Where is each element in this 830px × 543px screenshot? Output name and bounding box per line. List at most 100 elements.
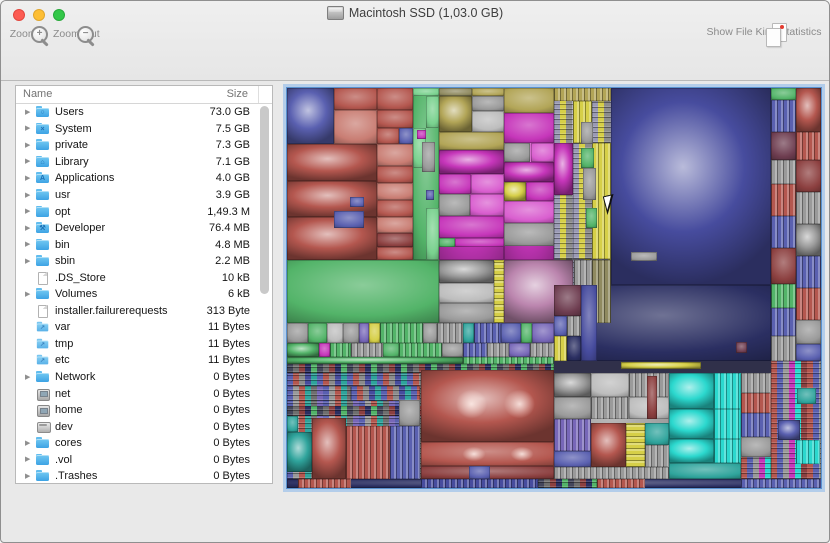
list-item[interactable]: ▶cores0 Bytes bbox=[16, 435, 272, 452]
treemap-block[interactable] bbox=[377, 233, 413, 247]
treemap-block[interactable] bbox=[487, 343, 508, 357]
treemap-block[interactable] bbox=[592, 101, 611, 143]
treemap-block[interactable] bbox=[439, 238, 455, 247]
treemap-block[interactable] bbox=[567, 316, 581, 336]
column-divider[interactable] bbox=[258, 86, 259, 103]
treemap-block[interactable] bbox=[797, 388, 816, 404]
treemap-block[interactable] bbox=[439, 96, 473, 132]
disclosure-triangle-icon[interactable]: ▶ bbox=[25, 109, 34, 116]
treemap-block[interactable] bbox=[532, 323, 554, 343]
treemap-block[interactable] bbox=[581, 148, 594, 168]
treemap-block[interactable] bbox=[312, 418, 346, 479]
treemap-block[interactable] bbox=[504, 88, 554, 113]
treemap-block[interactable] bbox=[287, 144, 377, 181]
treemap-block[interactable] bbox=[504, 201, 554, 223]
list-item[interactable]: ▶private7.3 GB bbox=[16, 137, 272, 154]
treemap-block[interactable] bbox=[377, 217, 413, 233]
treemap-block[interactable] bbox=[474, 323, 501, 343]
treemap-block[interactable] bbox=[501, 323, 521, 343]
treemap-block[interactable] bbox=[463, 343, 487, 357]
disclosure-triangle-icon[interactable]: ▶ bbox=[25, 158, 34, 165]
treemap-block[interactable] bbox=[426, 96, 439, 128]
treemap-block[interactable] bbox=[796, 288, 821, 320]
treemap-block[interactable] bbox=[521, 323, 532, 343]
list-item[interactable]: ▶Volumes6 kB bbox=[16, 286, 272, 303]
treemap-block[interactable] bbox=[287, 416, 298, 432]
treemap-block[interactable] bbox=[796, 160, 821, 192]
treemap-block[interactable] bbox=[463, 323, 474, 343]
treemap-block[interactable] bbox=[554, 316, 567, 336]
treemap-block[interactable] bbox=[350, 197, 364, 207]
treemap-block[interactable] bbox=[421, 370, 554, 442]
treemap-block[interactable] bbox=[334, 110, 377, 144]
treemap-block[interactable] bbox=[647, 376, 657, 419]
treemap-block[interactable] bbox=[669, 373, 714, 409]
treemap-block[interactable] bbox=[334, 88, 377, 110]
treemap-block[interactable] bbox=[583, 168, 595, 200]
disclosure-triangle-icon[interactable]: ▶ bbox=[25, 456, 34, 463]
treemap-block[interactable] bbox=[771, 132, 796, 160]
treemap-block[interactable] bbox=[631, 252, 656, 261]
treemap-block[interactable] bbox=[399, 343, 442, 357]
treemap-block[interactable] bbox=[741, 393, 771, 413]
treemap-block[interactable] bbox=[377, 128, 399, 144]
list-item[interactable]: dev0 Bytes bbox=[16, 418, 272, 435]
treemap-block[interactable] bbox=[287, 357, 463, 364]
list-item[interactable]: home0 Bytes bbox=[16, 402, 272, 419]
list-item[interactable]: ▶AApplications4.0 GB bbox=[16, 170, 272, 187]
treemap-block[interactable] bbox=[470, 194, 504, 216]
treemap-block[interactable] bbox=[741, 457, 771, 479]
treemap-block[interactable] bbox=[439, 174, 471, 194]
list-item[interactable]: ▶⌂Library7.1 GB bbox=[16, 154, 272, 171]
disclosure-triangle-icon[interactable]: ▶ bbox=[25, 142, 34, 149]
treemap-block[interactable] bbox=[736, 342, 747, 353]
scrollbar-thumb[interactable] bbox=[260, 106, 269, 294]
treemap-block[interactable] bbox=[334, 211, 364, 228]
treemap-block[interactable] bbox=[426, 208, 439, 260]
list-item[interactable]: ↗var11 Bytes bbox=[16, 319, 272, 336]
list-item[interactable]: ↗tmp11 Bytes bbox=[16, 336, 272, 353]
treemap-block[interactable] bbox=[567, 336, 581, 361]
list-item[interactable]: ▶○Users73.0 GB bbox=[16, 104, 272, 121]
list-header[interactable]: Name Size bbox=[16, 86, 272, 104]
treemap-block[interactable] bbox=[796, 320, 821, 344]
treemap-block[interactable] bbox=[327, 323, 343, 343]
treemap-block[interactable] bbox=[645, 423, 669, 445]
treemap-block[interactable] bbox=[796, 256, 821, 288]
treemap-block[interactable] bbox=[554, 451, 591, 467]
treemap-block[interactable] bbox=[771, 216, 796, 248]
treemap-block[interactable] bbox=[554, 285, 581, 316]
disclosure-triangle-icon[interactable]: ▶ bbox=[25, 440, 34, 447]
treemap-block[interactable] bbox=[439, 303, 495, 323]
treemap-block[interactable] bbox=[377, 144, 413, 166]
treemap-block[interactable] bbox=[591, 397, 628, 419]
treemap-block[interactable] bbox=[319, 343, 330, 357]
treemap-block[interactable] bbox=[343, 323, 359, 343]
disclosure-triangle-icon[interactable]: ▶ bbox=[25, 208, 34, 215]
treemap-block[interactable] bbox=[554, 143, 573, 195]
treemap-block[interactable] bbox=[621, 362, 701, 369]
treemap-block[interactable] bbox=[796, 132, 821, 160]
list-item[interactable]: installer.failurerequests313 Byte bbox=[16, 303, 272, 320]
treemap-block[interactable] bbox=[771, 100, 796, 132]
treemap-block[interactable] bbox=[554, 336, 567, 361]
treemap-block[interactable] bbox=[626, 423, 645, 467]
treemap-block[interactable] bbox=[421, 442, 554, 466]
disclosure-triangle-icon[interactable]: ▶ bbox=[25, 291, 34, 298]
treemap-block[interactable] bbox=[439, 150, 504, 174]
treemap-block[interactable] bbox=[591, 373, 628, 397]
disclosure-triangle-icon[interactable]: ▶ bbox=[25, 473, 34, 480]
column-header-name[interactable]: Name bbox=[23, 88, 52, 100]
treemap-block[interactable] bbox=[351, 386, 420, 401]
treemap-block[interactable] bbox=[380, 323, 423, 343]
treemap-block[interactable] bbox=[526, 182, 554, 201]
treemap-block[interactable] bbox=[377, 247, 413, 260]
treemap-block[interactable] bbox=[504, 162, 554, 182]
treemap-block[interactable] bbox=[741, 413, 771, 437]
disclosure-triangle-icon[interactable]: ▶ bbox=[25, 125, 34, 132]
treemap-block[interactable] bbox=[287, 260, 439, 323]
treemap-block[interactable] bbox=[426, 190, 435, 200]
disclosure-triangle-icon[interactable]: ▶ bbox=[25, 258, 34, 265]
treemap-block[interactable] bbox=[554, 195, 573, 259]
treemap-block[interactable] bbox=[771, 336, 796, 361]
